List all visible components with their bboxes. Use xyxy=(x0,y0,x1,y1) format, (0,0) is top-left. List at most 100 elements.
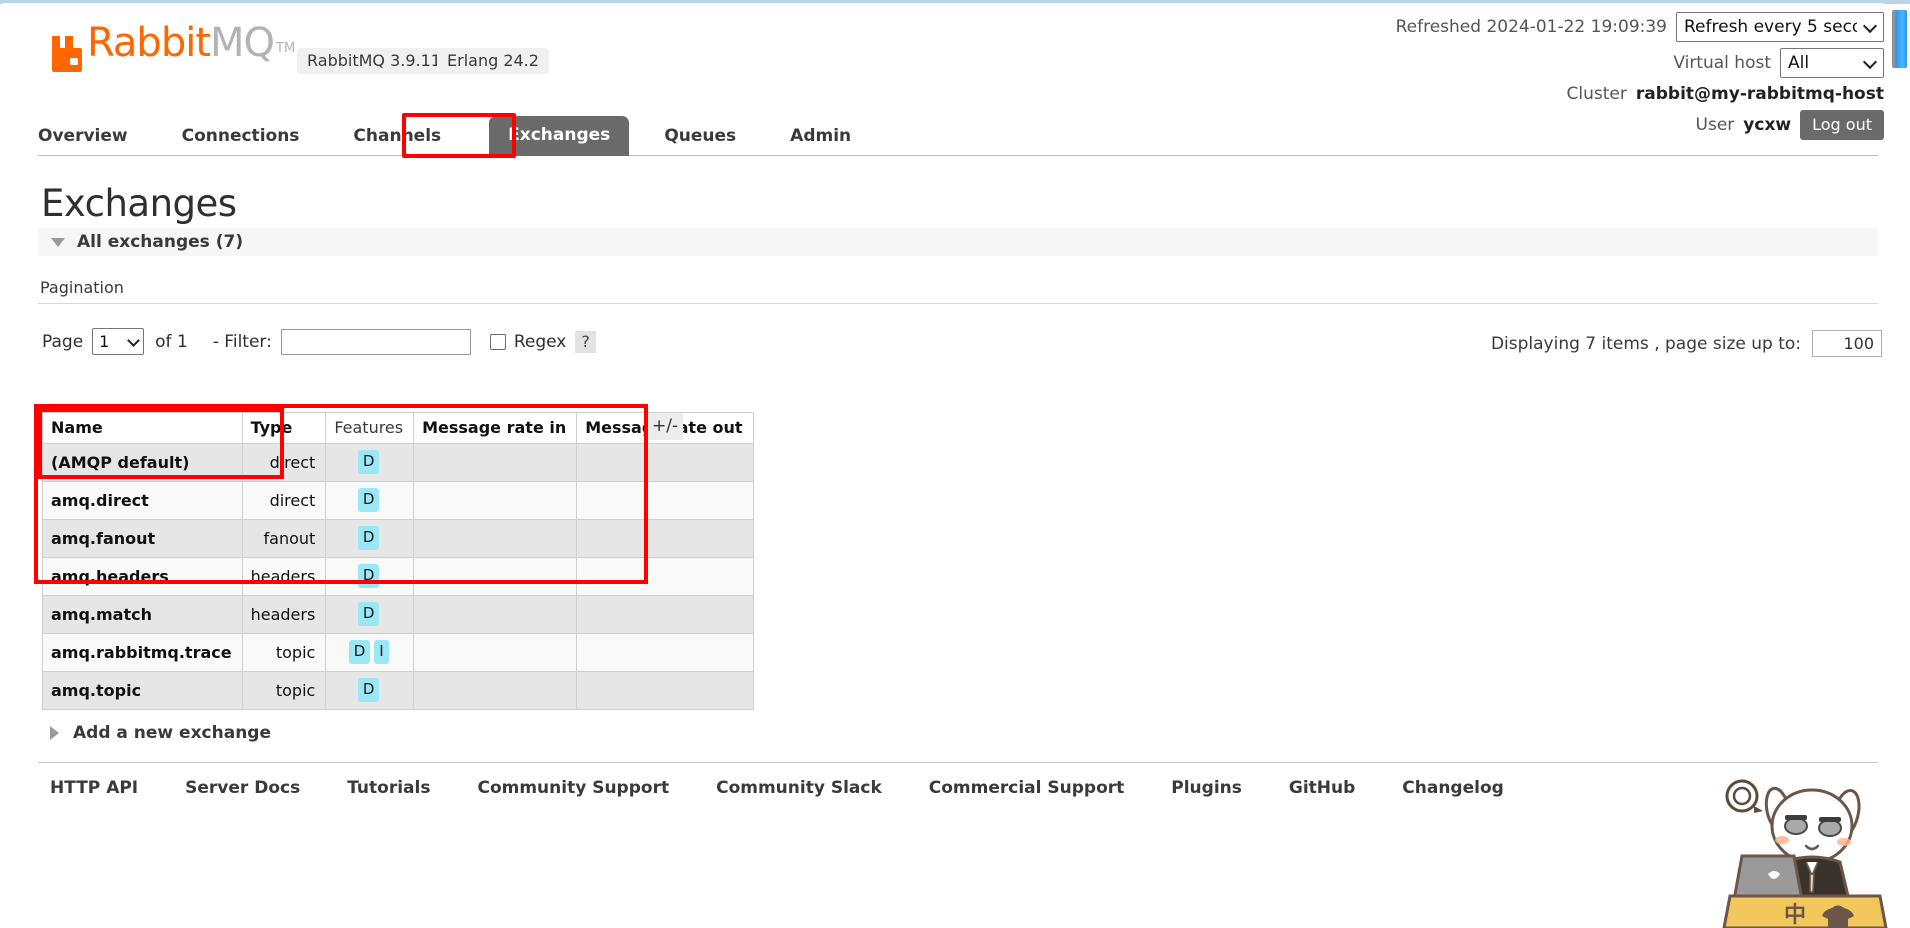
footer-link-community-slack[interactable]: Community Slack xyxy=(716,778,882,798)
filter-input[interactable] xyxy=(281,329,471,355)
vhost-select-wrap[interactable]: All xyxy=(1780,48,1884,78)
cell-exchange-type: topic xyxy=(242,672,326,710)
cell-exchange-name[interactable]: amq.direct xyxy=(43,482,243,520)
cell-exchange-type: headers xyxy=(242,596,326,634)
vhost-label: Virtual host xyxy=(1673,53,1771,73)
cell-exchange-name[interactable]: (AMQP default) xyxy=(43,444,243,482)
pagination-divider xyxy=(38,303,1878,304)
vertical-scrollbar[interactable] xyxy=(1888,4,1910,928)
cell-features: D xyxy=(326,558,414,596)
vhost-select[interactable]: All xyxy=(1780,48,1884,78)
chevron-right-icon xyxy=(50,726,59,740)
cell-exchange-name[interactable]: amq.topic xyxy=(43,672,243,710)
add-new-exchange-label: Add a new exchange xyxy=(73,723,271,743)
all-exchanges-section-header[interactable]: All exchanges (7) xyxy=(38,228,1878,256)
feature-badge-d: D xyxy=(349,640,371,664)
cluster-row: Cluster rabbit@my-rabbitmq-host xyxy=(1396,84,1884,104)
displaying-text: Displaying 7 items , page size up to: xyxy=(1491,334,1801,354)
filter-label: - Filter: xyxy=(213,332,272,352)
erlang-version-badge: Erlang 24.2 xyxy=(437,48,549,74)
column-header-type[interactable]: Type xyxy=(242,413,326,444)
regex-label: Regex xyxy=(514,332,567,352)
footer-link-community-support[interactable]: Community Support xyxy=(477,778,669,798)
feature-badge-d: D xyxy=(358,488,380,512)
cell-message-rate-out xyxy=(577,558,753,596)
pagination-caption: Pagination xyxy=(40,278,124,297)
add-new-exchange-section[interactable]: Add a new exchange xyxy=(50,723,271,743)
cell-exchange-type: direct xyxy=(242,444,326,482)
footer-link-github[interactable]: GitHub xyxy=(1289,778,1355,798)
cell-features: DI xyxy=(326,634,414,672)
page-size-input[interactable] xyxy=(1812,330,1882,357)
exchanges-table-body: (AMQP default)directDamq.directdirectDam… xyxy=(43,444,754,710)
footer-link-server-docs[interactable]: Server Docs xyxy=(185,778,300,798)
footer-link-plugins[interactable]: Plugins xyxy=(1171,778,1242,798)
cell-features: D xyxy=(326,672,414,710)
page-select-wrap[interactable]: 1 xyxy=(92,328,144,355)
all-exchanges-label: All exchanges (7) xyxy=(77,232,243,252)
cell-exchange-type: headers xyxy=(242,558,326,596)
page-total-label: of 1 xyxy=(155,332,188,352)
table-row[interactable]: amq.fanoutfanoutD xyxy=(43,520,754,558)
cell-exchange-name[interactable]: amq.headers xyxy=(43,558,243,596)
feature-badge-d: D xyxy=(358,678,380,702)
footer-link-changelog[interactable]: Changelog xyxy=(1402,778,1504,798)
cell-exchange-name[interactable]: amq.rabbitmq.trace xyxy=(43,634,243,672)
rabbitmq-version-badge: RabbitMQ 3.9.11 xyxy=(297,48,451,74)
cell-message-rate-out xyxy=(577,672,753,710)
refresh-interval-select[interactable]: Refresh every 5 seconds xyxy=(1676,12,1884,42)
vhost-row: Virtual host All xyxy=(1396,48,1884,78)
exchanges-table: Name Type Features Message rate in Messa… xyxy=(42,412,754,710)
cell-message-rate-in xyxy=(414,672,577,710)
table-row[interactable]: amq.headersheadersD xyxy=(43,558,754,596)
footer-link-commercial-support[interactable]: Commercial Support xyxy=(929,778,1125,798)
cell-message-rate-in xyxy=(414,558,577,596)
cell-message-rate-out xyxy=(577,444,753,482)
cell-message-rate-out xyxy=(577,596,753,634)
scrollbar-thumb[interactable] xyxy=(1892,10,1907,68)
cell-message-rate-out xyxy=(577,634,753,672)
cell-features: D xyxy=(326,520,414,558)
table-row[interactable]: amq.topictopic D xyxy=(43,672,754,710)
refreshed-timestamp: Refreshed 2024-01-22 19:09:39 xyxy=(1396,17,1667,37)
displaying-info: Displaying 7 items , page size up to: xyxy=(1491,330,1882,357)
cell-features: D xyxy=(326,444,414,482)
nav-item-channels[interactable]: Channels xyxy=(353,118,441,156)
table-row[interactable]: (AMQP default)directD xyxy=(43,444,754,482)
table-row[interactable]: amq.matchheaders D xyxy=(43,596,754,634)
nav-item-overview[interactable]: Overview xyxy=(38,118,128,156)
help-icon[interactable]: ? xyxy=(575,331,596,353)
column-header-features: Features xyxy=(326,413,414,444)
cell-features: D xyxy=(326,482,414,520)
cell-exchange-name[interactable]: amq.fanout xyxy=(43,520,243,558)
svg-text:中: 中 xyxy=(1784,903,1806,928)
refresh-row: Refreshed 2024-01-22 19:09:39 Refresh ev… xyxy=(1396,12,1884,42)
cell-exchange-name[interactable]: amq.match xyxy=(43,596,243,634)
footer-link-http-api[interactable]: HTTP API xyxy=(50,778,138,798)
table-row[interactable]: amq.directdirectD xyxy=(43,482,754,520)
nav-item-exchanges[interactable]: Exchanges xyxy=(489,116,629,156)
cell-message-rate-out xyxy=(577,520,753,558)
refresh-interval-wrap[interactable]: Refresh every 5 seconds xyxy=(1676,12,1884,42)
nav-item-connections[interactable]: Connections xyxy=(182,118,300,156)
rabbitmq-management-page: RabbitMQTM RabbitMQ 3.9.11 Erlang 24.2 R… xyxy=(0,0,1910,928)
feature-badge-i: I xyxy=(374,640,388,664)
logo-text-mq: MQ xyxy=(210,20,274,66)
page-title: Exchanges xyxy=(41,182,237,225)
column-toggle-button[interactable]: +/- xyxy=(647,413,683,440)
footer-link-tutorials[interactable]: Tutorials xyxy=(347,778,430,798)
mascot-watermark-icon: 中 xyxy=(1706,770,1888,928)
regex-checkbox[interactable] xyxy=(490,334,506,350)
feature-badge-d: D xyxy=(358,602,380,626)
footer-links: HTTP API Server Docs Tutorials Community Su… xyxy=(50,778,1551,798)
feature-badge-d: D xyxy=(358,526,380,550)
logo-trademark: TM xyxy=(276,41,295,56)
column-header-message-rate-in[interactable]: Message rate in xyxy=(414,413,577,444)
cell-message-rate-in xyxy=(414,444,577,482)
nav-item-admin[interactable]: Admin xyxy=(790,118,851,156)
nav-item-queues[interactable]: Queues xyxy=(664,118,736,156)
rabbitmq-logo[interactable]: RabbitMQTM xyxy=(50,24,295,72)
page-select[interactable]: 1 xyxy=(92,328,144,355)
table-row[interactable]: amq.rabbitmq.tracetopicDI xyxy=(43,634,754,672)
column-header-name[interactable]: Name xyxy=(43,413,243,444)
